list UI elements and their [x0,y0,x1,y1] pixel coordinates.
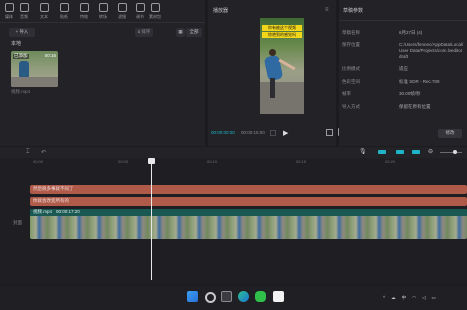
player-preview: 你有被这个视频 惊艳到的感觉吗 [260,18,304,114]
capcut-icon[interactable] [273,291,284,302]
media-icon [4,3,14,12]
edge-icon[interactable] [238,291,249,302]
ruler-tick-3: 00:15 [296,159,307,164]
prop-value-ratio: 适应 [399,66,408,71]
toolbar-divider [0,22,205,23]
media-thumbnail[interactable]: 已添加 00:16 [11,51,58,87]
magnet-snap-icon[interactable] [378,150,386,154]
modify-button[interactable]: 修改 [438,129,462,138]
ruler-tick-2: 00:10 [207,159,218,164]
thumb-road [11,77,58,87]
sticker-icon [59,3,69,12]
wifi-icon[interactable]: ◠ [412,295,416,301]
prop-label-ratio: 比例模式 [342,66,360,71]
preview-road [260,82,304,114]
ruler-tick-4: 00:20 [385,159,396,164]
effects-icon [79,3,89,12]
toolbar-filter[interactable]: 滤镜 [112,2,132,22]
prop-label-import: 导入方式 [342,104,360,109]
playhead-line[interactable] [151,162,152,280]
fullscreen-crop-icon[interactable] [326,129,333,136]
timeline-marker-icon[interactable] [270,130,276,136]
grid-view-button[interactable]: ▦ [176,28,185,37]
toolbar-effects[interactable]: 特效 [74,2,94,22]
preview-caption-1: 你有被这个视频 [262,25,302,31]
import-plus-icon: + [15,29,19,35]
link-icon[interactable] [396,150,404,154]
prop-value-location-2: User Data/Projects/com.lveditor [399,48,463,53]
input-method-icon[interactable]: 中 [402,295,407,301]
package-icon [150,3,160,12]
zoom-slider[interactable] [440,152,462,153]
task-view-icon[interactable] [221,291,232,302]
sort-icon: ≡ [137,29,141,35]
prop-value-colorspace: 标准 SDR - Rec.709 [399,79,440,84]
prop-label-location: 保存位置 [342,42,360,47]
player-current-time: 00:00:00:00 [211,130,235,135]
transition-icon [98,3,108,12]
media-section-local[interactable]: 本地 [11,42,21,47]
media-thumb-name: 视频.mp4 [11,89,31,94]
ruler-tick-0: 00:00 [33,159,44,164]
video-clip-header [30,209,467,216]
chevron-up-icon[interactable]: ^ [383,295,385,301]
filter-icon [117,3,127,12]
zoom-out-icon[interactable]: ⊖ [428,148,433,155]
cloud-icon[interactable]: ☁ [391,295,396,301]
adjust-icon [135,3,145,12]
prop-value-name: 6月27日 (4) [399,30,423,35]
toolbar-transition[interactable]: 转场 [93,2,113,22]
text-clip-1[interactable]: 然后很多事就不同了 [30,185,467,194]
prop-value-location-3: draft [399,54,409,59]
import-button[interactable]: + 导入 [9,28,35,37]
prop-value-import: 保留在原有位置 [399,104,431,109]
toolbar-audio[interactable]: 音频 [14,2,34,22]
player-title: 播放器 [213,8,229,14]
zoom-slider-thumb[interactable] [453,150,457,154]
grid-icon: ▦ [178,29,183,35]
microphone-icon[interactable]: 🎙 [359,148,367,155]
preview-leg [270,78,275,98]
prop-label-name: 草稿名称 [342,30,360,35]
system-tray[interactable]: ^ ☁ 中 ◠ ◁ ▭ [383,294,463,302]
toolbar-package[interactable]: 素材包 [145,2,165,22]
prop-value-fps: 30.00帧/秒 [399,91,421,96]
ruler-tick-1: 00:05 [118,159,129,164]
prop-label-fps: 帧率 [342,91,351,96]
filter-all-button[interactable]: 全部 [186,28,202,37]
preview-caption-2: 惊艳到的感觉吗 [262,32,302,38]
preview-axis-icon[interactable] [412,150,420,154]
properties-title: 草稿参数 [343,8,364,14]
toolbar-sticker[interactable]: 贴纸 [54,2,74,22]
play-button[interactable]: ▶ [283,129,288,137]
preview-skater-head [269,49,276,56]
undo-icon[interactable]: ↶ [41,149,46,156]
text-icon [39,3,49,12]
split-icon[interactable]: ⌶ [26,149,30,156]
properties-panel [339,0,467,146]
playhead-handle[interactable] [148,158,155,164]
video-filmstrip [30,216,467,239]
toolbar-text[interactable]: 文本 [34,2,54,22]
battery-icon[interactable]: ▭ [432,295,436,301]
text-clip-2[interactable]: 你就会改变所有的 [30,197,467,206]
wechat-icon[interactable] [255,291,266,302]
video-clip[interactable]: 视频.mp4 00:00:17:20 [30,209,467,239]
audio-icon [19,3,29,12]
player-total-time: 00:00:15:00 [241,130,265,135]
properties-divider [339,20,467,21]
windows-start-icon[interactable] [187,291,198,302]
volume-icon[interactable]: ◁ [422,295,425,301]
prop-label-colorspace: 色彩空间 [342,79,360,84]
sort-button[interactable]: ≡ 排序 [135,28,153,37]
prop-value-location: C:/Users/fennec/AppData/Local/ [399,42,464,47]
cover-label[interactable]: 封面 [13,220,22,226]
search-icon[interactable] [205,292,216,303]
player-menu-icon[interactable]: ≡ [325,7,329,13]
